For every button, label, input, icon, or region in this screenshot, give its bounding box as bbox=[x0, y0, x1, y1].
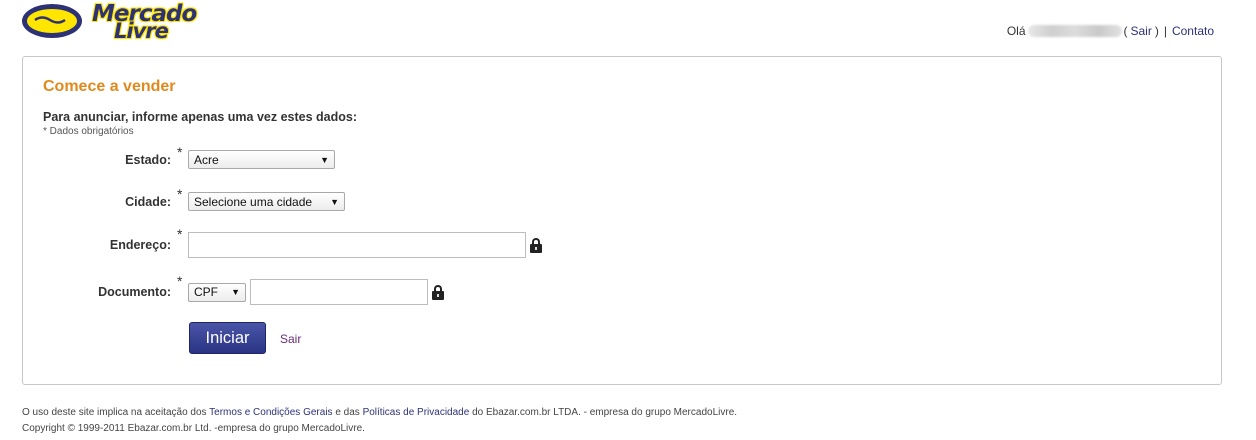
required-star: * bbox=[177, 226, 183, 242]
footer-text: O uso deste site implica na aceitação do… bbox=[22, 407, 210, 418]
endereco-label: Endereço: bbox=[109, 238, 171, 252]
blurred-username bbox=[1027, 25, 1122, 37]
paren-open: ( bbox=[1123, 24, 1128, 38]
terms-link[interactable]: Termos e Condições Gerais bbox=[209, 407, 332, 418]
logo-text-livre: Livre bbox=[114, 19, 169, 43]
lock-icon bbox=[432, 284, 444, 300]
documento-type-value: CPF bbox=[194, 285, 218, 299]
greeting-text: Olá bbox=[1006, 24, 1026, 38]
footer-terms-line: O uso deste site implica na aceitação do… bbox=[22, 405, 737, 421]
contact-link[interactable]: Contato bbox=[1172, 24, 1214, 38]
handshake-logo-icon bbox=[22, 4, 82, 38]
dropdown-arrow-icon: ▼ bbox=[320, 154, 329, 165]
logout-link[interactable]: Sair bbox=[1131, 24, 1152, 38]
endereco-input[interactable] bbox=[188, 232, 526, 258]
footer: O uso deste site implica na aceitação do… bbox=[22, 405, 737, 437]
estado-select[interactable]: Acre ▼ bbox=[188, 150, 335, 169]
copyright-text: Copyright © 1999-2011 Ebazar.com.br Ltd.… bbox=[22, 423, 365, 434]
estado-select-value: Acre bbox=[194, 152, 219, 167]
estado-label: Estado: bbox=[125, 152, 171, 167]
required-star: * bbox=[177, 273, 183, 289]
cidade-row: Cidade: * Selecione uma cidade ▼ bbox=[23, 186, 345, 211]
estado-row: Estado: * Acre ▼ bbox=[23, 144, 335, 169]
documento-row: Documento: * CPF ▼ bbox=[23, 273, 444, 305]
separator: | bbox=[1163, 24, 1167, 38]
required-star: * bbox=[177, 186, 183, 202]
required-note: * Dados obrigatórios bbox=[43, 126, 134, 137]
footer-text: e das bbox=[332, 407, 363, 418]
start-button[interactable]: Iniciar bbox=[189, 322, 266, 354]
privacy-link[interactable]: Políticas de Privacidade bbox=[363, 407, 470, 418]
cidade-select[interactable]: Selecione uma cidade ▼ bbox=[188, 192, 345, 211]
documento-label: Documento: bbox=[98, 285, 171, 299]
required-star: * bbox=[177, 144, 183, 160]
cidade-select-value: Selecione uma cidade bbox=[194, 194, 313, 209]
cidade-label: Cidade: bbox=[125, 194, 171, 209]
user-bar: Olá ( Sair ) | Contato bbox=[1007, 24, 1214, 38]
lock-icon bbox=[530, 237, 542, 253]
paren-close: ) bbox=[1154, 24, 1159, 38]
form-subtitle: Para anunciar, informe apenas uma vez es… bbox=[43, 110, 358, 124]
sell-form-panel: Comece a vender Para anunciar, informe a… bbox=[22, 56, 1222, 385]
footer-text: do Ebazar.com.br LTDA. - empresa do grup… bbox=[469, 407, 738, 418]
documento-type-select[interactable]: CPF ▼ bbox=[188, 282, 246, 302]
dropdown-arrow-icon: ▼ bbox=[231, 287, 240, 297]
endereco-row: Endereço: * bbox=[23, 226, 542, 258]
cancel-link[interactable]: Sair bbox=[280, 332, 301, 346]
page-title: Comece a vender bbox=[43, 78, 176, 95]
dropdown-arrow-icon: ▼ bbox=[330, 196, 339, 207]
documento-input[interactable] bbox=[250, 279, 428, 305]
mercadolivre-logo[interactable]: Mercado Livre bbox=[22, 1, 197, 43]
